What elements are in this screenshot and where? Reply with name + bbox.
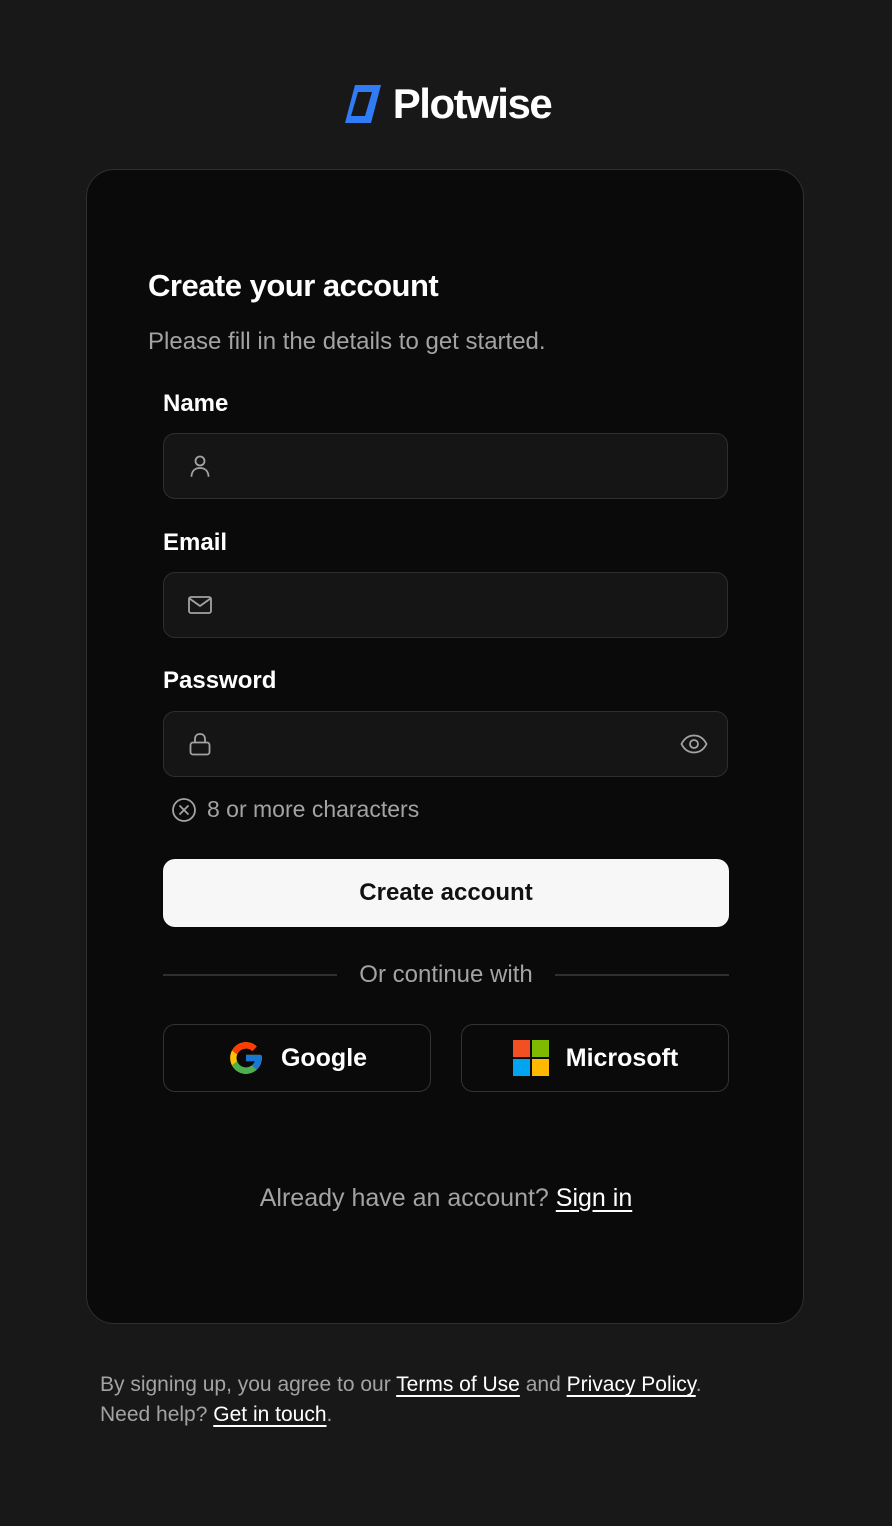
password-field-wrapper[interactable] <box>163 711 728 777</box>
page-title: Create your account <box>148 268 439 303</box>
page-subtitle: Please fill in the details to get starte… <box>148 328 546 355</box>
google-button[interactable]: Google <box>163 1024 431 1092</box>
help-prefix: Need help? <box>100 1403 208 1426</box>
logo-mark-icon <box>344 85 381 123</box>
divider-line-right <box>554 974 730 976</box>
email-label: Email <box>163 529 228 556</box>
privacy-link[interactable]: Privacy Policy <box>567 1373 696 1396</box>
brand-name: Plotwise <box>392 80 553 127</box>
email-input[interactable] <box>228 573 672 638</box>
legal-footer: By signing up, you agree to our Terms of… <box>100 1370 820 1430</box>
legal-prefix: By signing up, you agree to our <box>100 1373 391 1396</box>
help-line: Need help? Get in touch. <box>100 1400 820 1430</box>
legal-and: and <box>525 1373 561 1396</box>
sign-in-link[interactable]: Sign in <box>556 1184 632 1212</box>
microsoft-button[interactable]: Microsoft <box>461 1024 729 1092</box>
google-button-label: Google <box>280 1043 368 1072</box>
password-label: Password <box>163 667 277 694</box>
name-input[interactable] <box>228 434 672 499</box>
divider-line-left <box>163 974 338 976</box>
microsoft-icon <box>512 1040 549 1076</box>
name-field-wrapper[interactable] <box>163 433 728 499</box>
eye-icon[interactable] <box>679 729 709 759</box>
password-requirement-text: 8 or more characters <box>207 796 420 822</box>
google-icon <box>230 1042 262 1074</box>
legal-line: By signing up, you agree to our Terms of… <box>100 1370 820 1400</box>
create-account-button[interactable]: Create account <box>163 859 729 927</box>
user-icon <box>190 455 210 477</box>
signin-prompt-text: Already have an account? <box>259 1184 549 1212</box>
legal-period: . <box>695 1373 702 1396</box>
signin-prompt: Already have an account? Sign in <box>87 1184 805 1213</box>
mail-icon <box>188 596 212 614</box>
help-period: . <box>326 1403 333 1426</box>
divider-text: Or continue with <box>359 961 533 988</box>
lock-icon <box>189 733 211 756</box>
brand-logo: Plotwise <box>0 80 892 128</box>
get-in-touch-link[interactable]: Get in touch <box>213 1403 326 1426</box>
email-field-wrapper[interactable] <box>163 572 728 638</box>
microsoft-button-label: Microsoft <box>565 1043 679 1072</box>
name-label: Name <box>163 390 229 417</box>
social-divider: Or continue with <box>163 960 730 990</box>
signup-card: Create your account Please fill in the d… <box>86 169 804 1324</box>
terms-link[interactable]: Terms of Use <box>396 1373 520 1396</box>
x-circle-icon <box>172 797 196 822</box>
password-input[interactable] <box>228 712 672 777</box>
password-requirement: 8 or more characters <box>171 796 419 823</box>
